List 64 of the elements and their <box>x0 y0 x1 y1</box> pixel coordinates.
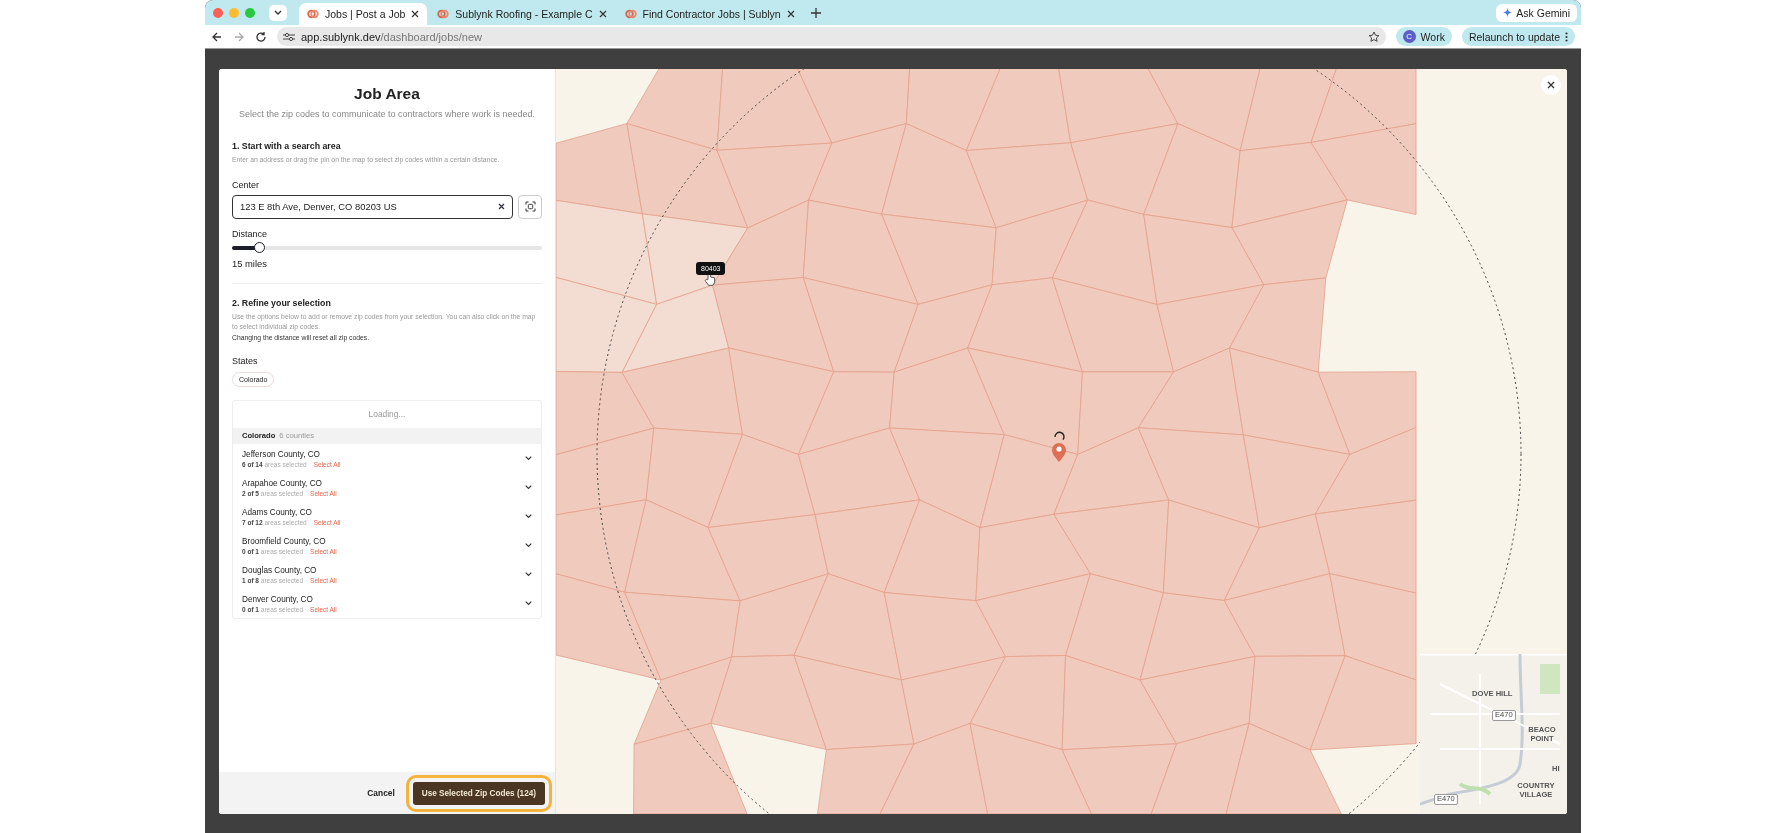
browser-tab[interactable]: Find Contractor Jobs | Sublyn <box>616 3 803 25</box>
field-label: States <box>232 355 259 366</box>
chevron-down-icon[interactable] <box>525 456 532 462</box>
back-arrow-icon <box>211 30 223 43</box>
link-logo-icon <box>624 8 637 20</box>
star-icon[interactable] <box>1367 30 1380 43</box>
address-input-field[interactable]: 123 E 8th Ave, Denver, CO 80203 US <box>232 194 513 219</box>
chevron-down-icon[interactable] <box>525 543 532 549</box>
cancel-button[interactable]: Cancel <box>363 784 399 802</box>
distance-reading: 15 miles <box>232 257 268 269</box>
county-name: Jefferson County, CO <box>242 449 321 459</box>
chevron-down-icon[interactable] <box>525 601 532 607</box>
plus-icon <box>810 7 821 18</box>
panel-subtitle: Select the zip codes to communicate to contractors where work is needed. <box>237 109 537 119</box>
reload-button[interactable] <box>255 30 267 43</box>
back-arrow-button[interactable] <box>211 30 223 43</box>
loading-text: Loading... <box>367 408 407 422</box>
county-name: Arapahoe County, CO <box>242 478 323 488</box>
close-icon[interactable] <box>411 10 420 18</box>
section-heading: 1. Start with a search area <box>232 141 342 151</box>
kebab-menu-icon <box>1565 31 1568 42</box>
clear-icon[interactable] <box>498 203 505 211</box>
chevron-down-icon[interactable] <box>525 572 532 578</box>
avatar-circle: C <box>1402 30 1416 43</box>
section-heading: 2. Refine your selection <box>232 297 332 308</box>
county-name: Denver County, CO <box>242 594 314 604</box>
county-name: Douglas County, CO <box>242 565 318 575</box>
site-settings-icon[interactable] <box>283 31 295 42</box>
chevron-down-icon[interactable] <box>525 514 532 520</box>
ask-gemini-button[interactable]: Ask Gemini <box>1496 3 1577 22</box>
url-host: app.sublynk.dev <box>301 30 381 43</box>
map-pin-icon[interactable] <box>1052 443 1066 462</box>
profile-label: Work <box>1420 30 1445 43</box>
window-control-dot[interactable] <box>229 7 239 18</box>
forward-arrow-icon <box>233 30 245 43</box>
window-control-dot[interactable] <box>245 7 255 18</box>
profile-button[interactable]: C Work <box>1395 27 1452 46</box>
browser-tab[interactable]: Jobs | Post a Job <box>299 3 428 25</box>
chevron-down-icon <box>274 9 282 16</box>
county-name: Broomfield County, CO <box>242 536 327 546</box>
county-name: Adams County, CO <box>242 507 313 517</box>
window-control-dot[interactable] <box>213 7 223 18</box>
relaunch-button[interactable]: Relaunch to update <box>1461 27 1575 46</box>
reload-icon <box>255 30 267 43</box>
slider-thumb[interactable] <box>253 241 265 253</box>
locate-button[interactable] <box>518 194 542 219</box>
close-icon[interactable] <box>786 10 795 18</box>
sparkle-icon <box>1503 8 1513 17</box>
focus-frame-icon <box>524 201 536 213</box>
url-path: /dashboard/jobs/new <box>380 30 482 43</box>
close-icon[interactable] <box>598 10 607 18</box>
chevron-down-icon[interactable] <box>525 485 532 491</box>
browser-tab[interactable]: Sublynk Roofing - Example C <box>429 3 615 25</box>
link-logo-icon <box>307 8 319 20</box>
distance-slider[interactable] <box>232 245 542 250</box>
link-logo-icon <box>437 8 450 20</box>
field-label: Distance <box>232 228 268 239</box>
close-button[interactable] <box>1541 75 1561 95</box>
field-label: Center <box>232 179 260 190</box>
panel-title: Job Area <box>353 85 421 103</box>
tab-search-button[interactable] <box>269 4 287 21</box>
close-icon <box>1547 81 1555 89</box>
address-bar[interactable]: app.sublynk.dev/dashboard/jobs/new <box>277 27 1386 46</box>
spinner-icon <box>1054 431 1065 441</box>
